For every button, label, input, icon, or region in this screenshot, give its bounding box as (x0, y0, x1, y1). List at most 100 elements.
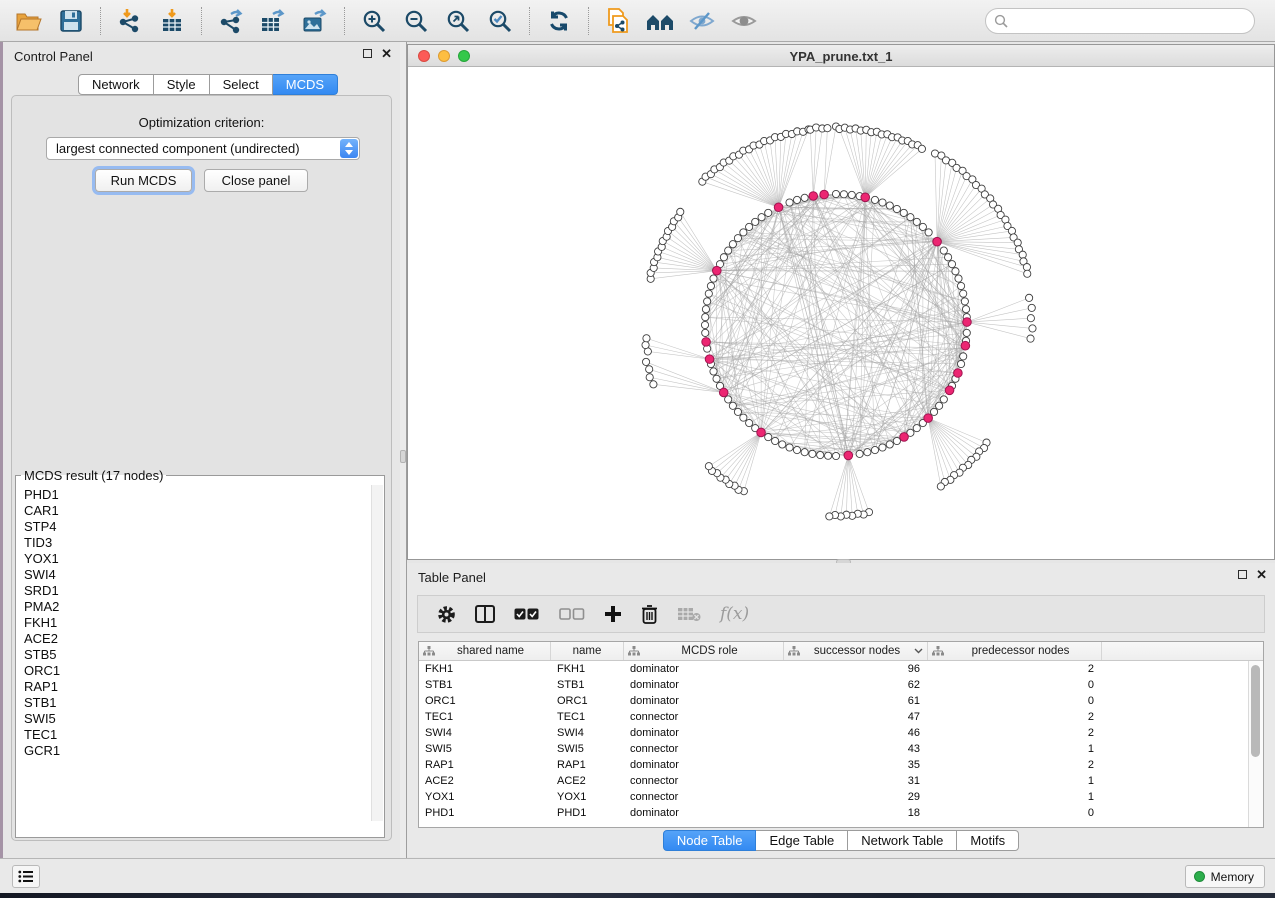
export-table-icon (259, 8, 287, 34)
close-table-panel-icon[interactable]: ✕ (1256, 570, 1267, 579)
export-network-button[interactable] (213, 4, 249, 38)
cell-mcds_role: dominator (624, 727, 784, 739)
add-column-icon[interactable] (604, 605, 622, 623)
cell-name: ORC1 (551, 695, 624, 707)
select-all-checkboxes-icon[interactable] (514, 608, 540, 621)
column-header-name[interactable]: name (551, 642, 624, 660)
tab-edge-table[interactable]: Edge Table (756, 830, 848, 851)
column-header-shared_name[interactable]: shared name (419, 642, 551, 660)
mcds-result-item[interactable]: CAR1 (24, 503, 371, 519)
vertical-splitter[interactable] (400, 42, 407, 858)
mcds-result-item[interactable]: PMA2 (24, 599, 371, 615)
memory-button[interactable]: Memory (1185, 865, 1265, 888)
table-row[interactable]: RAP1RAP1dominator352 (419, 757, 1248, 773)
table-scrollbar[interactable] (1248, 661, 1263, 827)
network-window-titlebar[interactable]: YPA_prune.txt_1 (408, 45, 1274, 67)
cell-successor_nodes: 61 (784, 695, 928, 707)
tab-node-table[interactable]: Node Table (663, 830, 757, 851)
cell-mcds_role: connector (624, 775, 784, 787)
table-scrollbar-thumb[interactable] (1251, 665, 1260, 757)
mcds-result-item[interactable]: SRD1 (24, 583, 371, 599)
save-session-button[interactable] (53, 4, 89, 38)
table-row[interactable]: STB1STB1dominator620 (419, 677, 1248, 693)
show-all-button[interactable] (726, 4, 762, 38)
table-row[interactable]: SWI4SWI4dominator462 (419, 725, 1248, 741)
mcds-result-item[interactable]: ACE2 (24, 631, 371, 647)
result-scrollbar[interactable] (371, 485, 383, 821)
open-folder-icon (15, 9, 43, 33)
delete-column-trash-icon[interactable] (641, 604, 658, 624)
splitter-grip[interactable] (400, 450, 406, 463)
column-header-predecessor_nodes[interactable]: predecessor nodes (928, 642, 1102, 660)
column-header-mcds_role[interactable]: MCDS role (624, 642, 784, 660)
tab-mcds[interactable]: MCDS (273, 74, 338, 95)
zoom-fit-icon (445, 8, 471, 34)
network-canvas[interactable] (408, 67, 1274, 560)
table-row[interactable]: SWI5SWI5connector431 (419, 741, 1248, 757)
table-row[interactable]: ACE2ACE2connector311 (419, 773, 1248, 789)
tab-motifs[interactable]: Motifs (957, 830, 1019, 851)
column-header-successor_nodes[interactable]: successor nodes (784, 642, 928, 660)
import-network-button[interactable] (112, 4, 148, 38)
gear-icon[interactable] (437, 605, 456, 624)
tab-network-table[interactable]: Network Table (848, 830, 957, 851)
refresh-button[interactable] (541, 4, 577, 38)
mcds-result-item[interactable]: YOX1 (24, 551, 371, 567)
close-panel-button[interactable]: Close panel (204, 169, 308, 192)
open-file-button[interactable] (11, 4, 47, 38)
run-mcds-button[interactable]: Run MCDS (95, 169, 192, 192)
zoom-fit-button[interactable] (440, 4, 476, 38)
search-input[interactable] (985, 8, 1255, 34)
clone-network-button[interactable] (600, 4, 636, 38)
mcds-result-item[interactable]: STB5 (24, 647, 371, 663)
table-row[interactable]: FKH1FKH1dominator962 (419, 661, 1248, 677)
node-table: shared namenameMCDS rolesuccessor nodesp… (418, 641, 1264, 828)
column-view-icon[interactable] (475, 605, 495, 623)
cell-mcds_role: dominator (624, 679, 784, 691)
first-neighbors-button[interactable] (642, 4, 678, 38)
tab-network[interactable]: Network (78, 74, 154, 95)
table-row[interactable]: PHD1PHD1dominator180 (419, 805, 1248, 821)
table-row[interactable]: TEC1TEC1connector472 (419, 709, 1248, 725)
mcds-result-item[interactable]: GCR1 (24, 743, 371, 759)
task-history-button[interactable] (12, 865, 40, 888)
close-panel-icon[interactable]: ✕ (381, 49, 392, 58)
float-panel-icon[interactable] (363, 49, 372, 58)
hide-selected-button[interactable] (684, 4, 720, 38)
table-tabs: Node TableEdge TableNetwork TableMotifs (663, 830, 1019, 851)
mcds-result-item[interactable]: TEC1 (24, 727, 371, 743)
mcds-result-item[interactable]: TID3 (24, 535, 371, 551)
zoom-out-button[interactable] (398, 4, 434, 38)
clone-network-icon (605, 7, 631, 35)
tab-style[interactable]: Style (154, 74, 210, 95)
float-table-panel-icon[interactable] (1238, 570, 1247, 579)
deselect-all-checkboxes-icon[interactable] (559, 608, 585, 621)
mcds-result-item[interactable]: RAP1 (24, 679, 371, 695)
mcds-result-item[interactable]: SWI4 (24, 567, 371, 583)
zoom-in-button[interactable] (356, 4, 392, 38)
mcds-result-item[interactable]: FKH1 (24, 615, 371, 631)
cell-mcds_role: dominator (624, 663, 784, 675)
cell-mcds_role: connector (624, 711, 784, 723)
export-table-button[interactable] (255, 4, 291, 38)
cell-name: PHD1 (551, 807, 624, 819)
export-image-button[interactable] (297, 4, 333, 38)
tab-select[interactable]: Select (210, 74, 273, 95)
mcds-result-item[interactable]: STP4 (24, 519, 371, 535)
table-row[interactable]: YOX1YOX1connector291 (419, 789, 1248, 805)
criterion-select[interactable]: largest connected component (undirected) (46, 137, 360, 160)
mcds-result-list[interactable]: PHD1CAR1STP4TID3YOX1SWI4SRD1PMA2FKH1ACE2… (16, 485, 371, 821)
mcds-result-item[interactable]: STB1 (24, 695, 371, 711)
cell-successor_nodes: 96 (784, 663, 928, 675)
attribute-type-icon (423, 646, 435, 656)
cell-successor_nodes: 43 (784, 743, 928, 755)
table-body: FKH1FKH1dominator962STB1STB1dominator620… (419, 661, 1248, 827)
network-window-title: YPA_prune.txt_1 (408, 49, 1274, 64)
zoom-selected-button[interactable] (482, 4, 518, 38)
mcds-result-item[interactable]: SWI5 (24, 711, 371, 727)
mcds-result-item[interactable]: PHD1 (24, 487, 371, 503)
save-floppy-icon (59, 9, 83, 33)
import-table-button[interactable] (154, 4, 190, 38)
mcds-result-item[interactable]: ORC1 (24, 663, 371, 679)
table-row[interactable]: ORC1ORC1dominator610 (419, 693, 1248, 709)
